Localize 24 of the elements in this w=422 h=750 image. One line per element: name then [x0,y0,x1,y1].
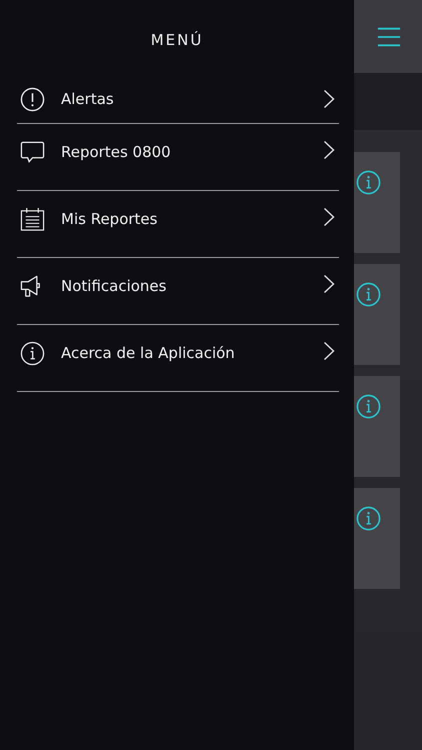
chevron-icon [323,341,335,361]
menu-item[interactable]: Notificaciones [17,258,339,325]
menu-title: MENÚ [150,31,204,49]
info-icon [356,394,381,419]
menu-item[interactable]: Reportes 0800 [17,124,339,191]
menu-item[interactable]: Mis Reportes [17,191,339,258]
chevron-icon [323,89,335,109]
notification-card[interactable] [354,488,400,589]
info-icon [20,341,45,366]
notification-card[interactable] [354,264,400,365]
info-icon [356,282,381,307]
calendar-icon [20,207,45,232]
menu-item[interactable]: Acerca de la Aplicación [17,325,339,392]
notification-card[interactable] [354,152,400,253]
info-icon [356,170,381,195]
speech-bubble-icon [20,140,45,165]
chevron-icon [323,207,335,227]
info-icon [356,506,381,531]
menu-item[interactable]: Alertas [17,75,339,124]
notification-card[interactable] [354,376,400,477]
alert-icon [20,86,45,112]
chevron-icon [323,140,335,160]
menu-icon[interactable] [377,26,401,48]
chevron-icon [323,274,335,294]
